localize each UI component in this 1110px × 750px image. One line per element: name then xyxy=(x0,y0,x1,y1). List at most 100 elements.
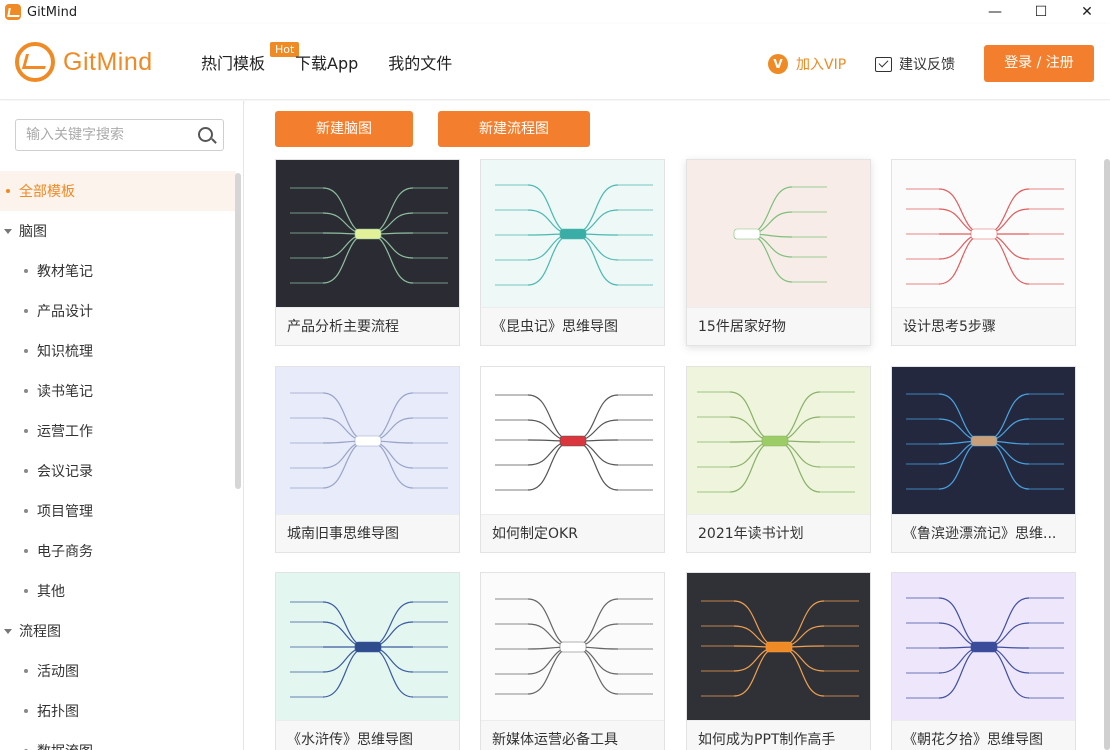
bullet-icon xyxy=(24,429,28,433)
bullet-icon xyxy=(24,469,28,473)
template-card[interactable]: 如何制定OKR xyxy=(480,366,665,553)
chevron-down-icon xyxy=(4,228,12,234)
template-card[interactable]: 2021年读书计划 xyxy=(686,366,871,553)
nav-my-files-label: 我的文件 xyxy=(388,54,453,73)
bullet-icon xyxy=(24,389,28,393)
gitmind-logo-icon xyxy=(15,42,55,82)
sidebar-item-label: 数据流图 xyxy=(37,741,93,750)
minimize-button[interactable]: — xyxy=(972,0,1018,24)
sidebar-item-label: 知识梳理 xyxy=(37,344,93,360)
join-vip-link[interactable]: V 加入VIP xyxy=(768,54,846,74)
template-card[interactable]: 如何成为PPT制作高手 xyxy=(686,572,871,750)
sidebar-item[interactable]: 活动图 xyxy=(0,651,236,691)
template-thumbnail xyxy=(892,573,1075,720)
main-scrollbar[interactable] xyxy=(1104,159,1110,750)
bullet-icon xyxy=(24,309,28,313)
template-card[interactable]: 设计思考5步骤 xyxy=(891,159,1076,346)
sidebar-item-label: 读书笔记 xyxy=(37,384,93,400)
sidebar-item-label: 运营工作 xyxy=(37,424,93,440)
sidebar-item[interactable]: 产品设计 xyxy=(0,291,236,331)
template-title: 如何成为PPT制作高手 xyxy=(687,720,870,750)
sidebar-item[interactable]: 教材笔记 xyxy=(0,251,236,291)
feedback-label: 建议反馈 xyxy=(899,57,955,73)
sidebar-item-label: 流程图 xyxy=(19,624,61,640)
template-title: 如何制定OKR xyxy=(481,514,664,552)
nav-hot-templates[interactable]: 热门模板 Hot xyxy=(201,42,300,74)
title-bar: GitMind — ☐ ✕ xyxy=(0,0,1110,24)
sidebar-item-label: 项目管理 xyxy=(37,504,93,520)
template-thumbnail xyxy=(892,367,1075,514)
template-title: 《鲁滨逊漂流记》思维... xyxy=(892,514,1075,552)
search-icon[interactable] xyxy=(198,127,213,142)
feedback-link[interactable]: 建议反馈 xyxy=(875,54,955,74)
template-title: 《昆虫记》思维导图 xyxy=(481,307,664,345)
template-card[interactable]: 《昆虫记》思维导图 xyxy=(480,159,665,346)
close-button[interactable]: ✕ xyxy=(1064,0,1110,24)
template-card[interactable]: 《鲁滨逊漂流记》思维... xyxy=(891,366,1076,553)
app-window: GitMind — ☐ ✕ GitMind 热门模板 Hot 下载App 我的文… xyxy=(0,0,1110,750)
bullet-icon xyxy=(24,549,28,553)
sidebar-item[interactable]: 知识梳理 xyxy=(0,331,236,371)
bullet-icon xyxy=(24,349,28,353)
app-icon xyxy=(5,4,21,20)
template-card[interactable]: 产品分析主要流程 xyxy=(275,159,460,346)
login-register-button[interactable]: 登录 / 注册 xyxy=(984,45,1094,82)
nav-download-app-label: 下载App xyxy=(295,54,359,73)
template-card[interactable]: 新媒体运营必备工具 xyxy=(480,572,665,750)
template-title: 《朝花夕拾》思维导图 xyxy=(892,720,1075,750)
sidebar-item[interactable]: 脑图 xyxy=(0,211,236,251)
template-title: 《水浒传》思维导图 xyxy=(276,720,459,750)
sidebar-item-label: 活动图 xyxy=(37,664,79,680)
new-mindmap-button[interactable]: 新建脑图 xyxy=(275,111,413,147)
template-thumbnail xyxy=(276,573,459,720)
template-thumbnail xyxy=(687,573,870,720)
feedback-icon xyxy=(875,56,892,72)
template-card[interactable]: 城南旧事思维导图 xyxy=(275,366,460,553)
main-nav: 热门模板 Hot 下载App 我的文件 xyxy=(201,42,482,74)
maximize-button[interactable]: ☐ xyxy=(1018,0,1064,24)
template-card[interactable]: 《水浒传》思维导图 xyxy=(275,572,460,750)
template-thumbnail xyxy=(276,367,459,514)
sidebar-item-label: 拓扑图 xyxy=(37,704,79,720)
template-card[interactable]: 15件居家好物 xyxy=(686,159,871,346)
sidebar-item-label: 教材笔记 xyxy=(37,264,93,280)
bullet-icon xyxy=(24,669,28,673)
chevron-down-icon xyxy=(4,628,12,634)
top-header: GitMind 热门模板 Hot 下载App 我的文件 V 加入VIP 建议反馈… xyxy=(0,24,1110,100)
sidebar-item[interactable]: 流程图 xyxy=(0,611,236,651)
bullet-icon xyxy=(24,709,28,713)
sidebar-item-label: 会议记录 xyxy=(37,464,93,480)
nav-download-app[interactable]: 下载App xyxy=(295,50,358,74)
sidebar-item[interactable]: 运营工作 xyxy=(0,411,236,451)
sidebar-item-label: 全部模板 xyxy=(19,184,75,200)
sidebar-item[interactable]: 其他 xyxy=(0,571,236,611)
logo-text: GitMind xyxy=(63,47,153,76)
template-card[interactable]: 《朝花夕拾》思维导图 xyxy=(891,572,1076,750)
template-title: 新媒体运营必备工具 xyxy=(481,720,664,750)
sidebar-scrollbar[interactable] xyxy=(235,173,241,489)
sidebar-item[interactable]: 拓扑图 xyxy=(0,691,236,731)
template-thumbnail xyxy=(481,573,664,720)
sidebar-item[interactable]: 项目管理 xyxy=(0,491,236,531)
template-thumbnail xyxy=(481,367,664,514)
template-title: 2021年读书计划 xyxy=(687,514,870,552)
nav-my-files[interactable]: 我的文件 xyxy=(388,50,452,74)
template-gallery: 新建脑图 新建流程图 产品分析主要流程 《昆虫记》思维导图 15件居家好物 设计思考5… xyxy=(245,101,1110,750)
template-title: 15件居家好物 xyxy=(687,307,870,345)
logo[interactable]: GitMind xyxy=(15,42,153,82)
sidebar-item[interactable]: 会议记录 xyxy=(0,451,236,491)
new-flowchart-button[interactable]: 新建流程图 xyxy=(438,111,590,147)
search-box xyxy=(15,119,224,151)
bullet-icon xyxy=(24,589,28,593)
sidebar-item[interactable]: 读书笔记 xyxy=(0,371,236,411)
template-title: 设计思考5步骤 xyxy=(892,307,1075,345)
join-vip-label: 加入VIP xyxy=(796,57,847,73)
category-tree: 全部模板脑图教材笔记产品设计知识梳理读书笔记运营工作会议记录项目管理电子商务 其他… xyxy=(0,171,236,750)
sidebar-item[interactable]: 数据流图 xyxy=(0,731,236,750)
vip-icon: V xyxy=(768,54,788,74)
sidebar-item[interactable]: 全部模板 xyxy=(0,171,236,211)
search-input[interactable] xyxy=(16,120,186,150)
sidebar-item[interactable]: 电子商务 xyxy=(0,531,236,571)
template-thumbnail xyxy=(481,160,664,307)
template-title: 产品分析主要流程 xyxy=(276,307,459,345)
